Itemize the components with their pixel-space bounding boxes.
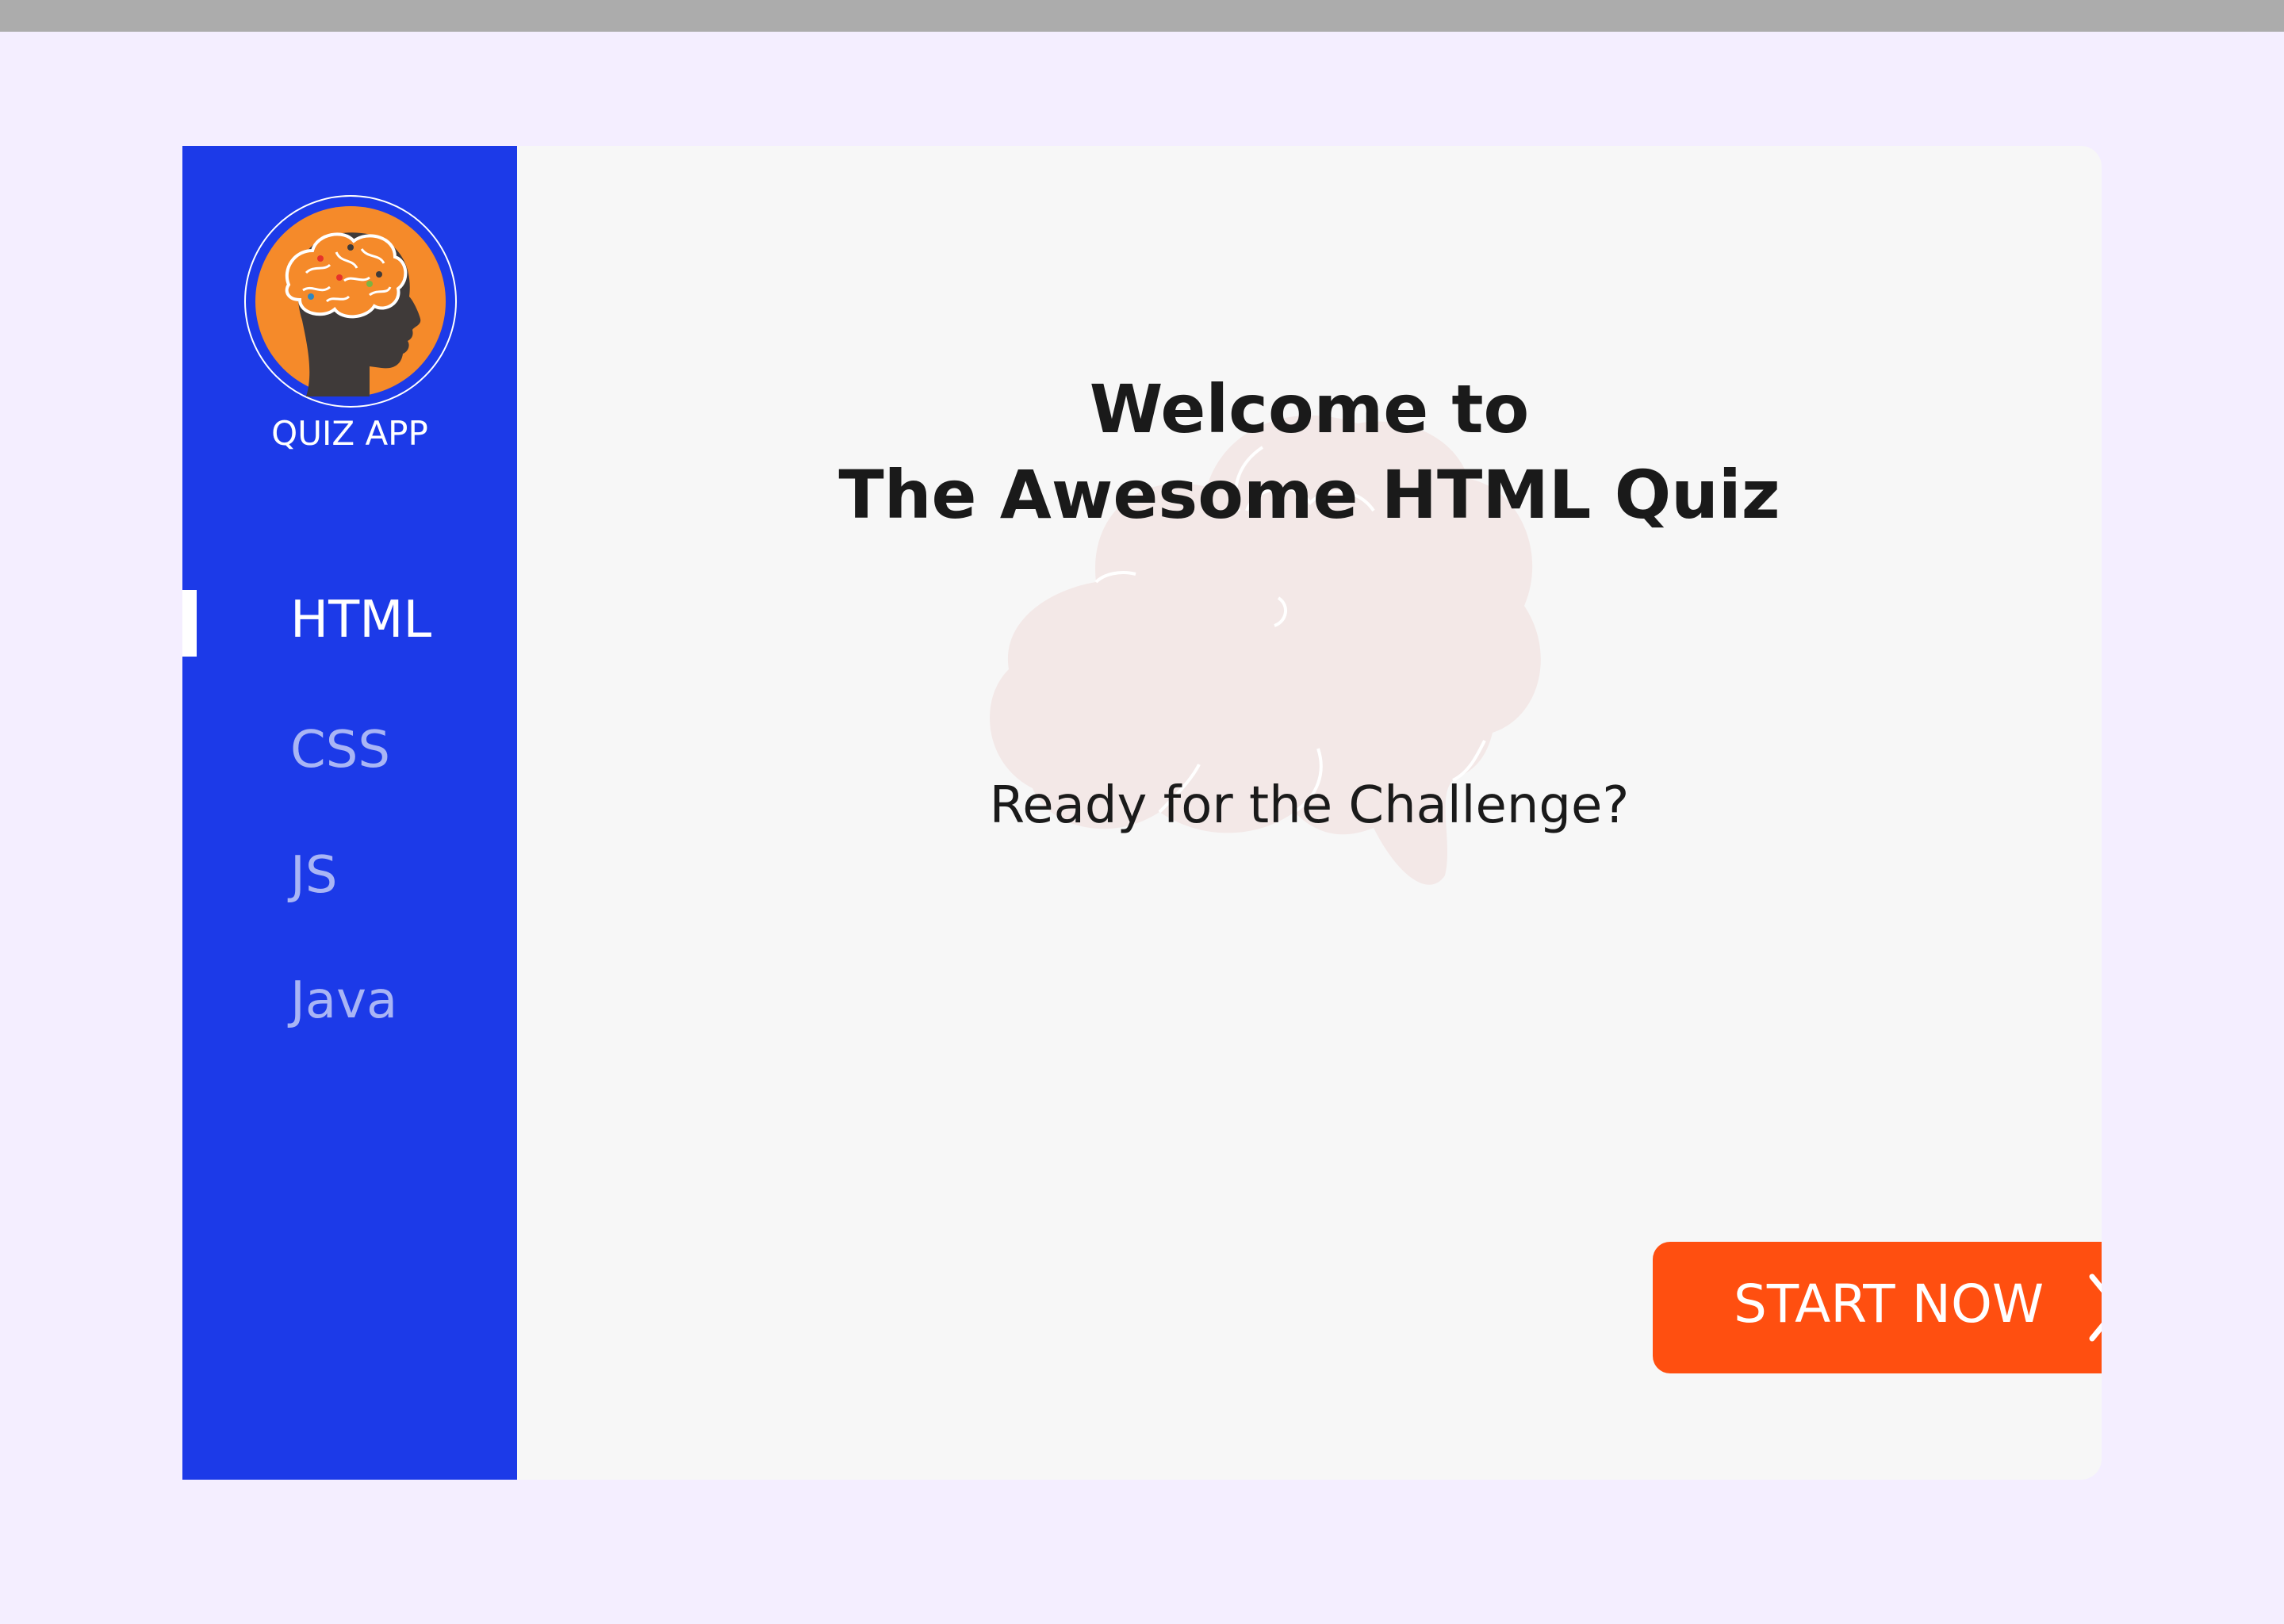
browser-top-bar <box>0 0 2284 32</box>
sidebar-item-js[interactable]: JS <box>290 850 338 901</box>
app-name: QUIZ APP <box>271 414 428 453</box>
brain-head-logo-icon <box>244 195 457 408</box>
brain-head-logo-graphic <box>255 206 446 396</box>
sidebar-item-css[interactable]: CSS <box>290 725 390 776</box>
main-content: Welcome to The Awesome HTML Quiz Ready f… <box>517 146 2102 1480</box>
start-now-label: START NOW <box>1734 1274 2044 1335</box>
active-nav-indicator <box>182 590 197 657</box>
sidebar-item-html[interactable]: HTML <box>290 595 431 645</box>
chevron-right-icon <box>2089 1274 2102 1342</box>
welcome-title-line-1: Welcome to <box>1089 370 1530 448</box>
quiz-app-window: QUIZ APP HTML CSS JS Java Welcome to The… <box>182 146 2102 1480</box>
welcome-title-line-2: The Awesome HTML Quiz <box>838 456 1780 534</box>
sidebar: QUIZ APP HTML CSS JS Java <box>182 146 517 1480</box>
welcome-subtitle: Ready for the Challenge? <box>989 776 1630 835</box>
sidebar-item-java[interactable]: Java <box>290 975 397 1026</box>
start-now-button[interactable]: START NOW <box>1653 1242 2102 1373</box>
